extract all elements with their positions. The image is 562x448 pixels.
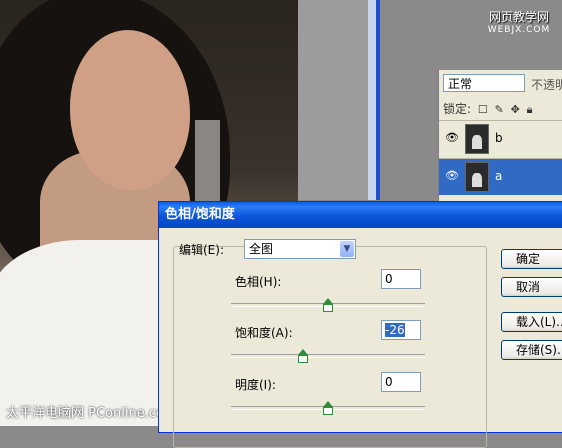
lightness-slider-thumb[interactable] bbox=[323, 401, 333, 415]
layer-row-b[interactable]: 👁︎ b bbox=[439, 120, 562, 157]
lock-all-icon[interactable]: 🔒︎ bbox=[527, 103, 533, 117]
edit-select-value: 全图 bbox=[249, 242, 274, 256]
lightness-input[interactable]: 0 bbox=[381, 372, 421, 392]
load-button[interactable]: 载入(L)... bbox=[501, 312, 562, 332]
lightness-label: 明度(I): bbox=[235, 378, 276, 392]
layer-row-a[interactable]: 👁︎ a bbox=[439, 158, 562, 195]
lock-row: 锁定: ☐ ✎ ✥ 🔒︎ bbox=[443, 100, 533, 117]
layer-name: b bbox=[495, 131, 503, 145]
saturation-input[interactable]: -26 bbox=[381, 320, 421, 340]
vertical-scrollbar[interactable] bbox=[368, 0, 376, 200]
lock-move-icon[interactable]: ✥ bbox=[511, 103, 520, 116]
hue-saturation-dialog: 色相/饱和度 编辑(E): 全图 ▼ 色相(H): 0 饱和度(A): -26 … bbox=[158, 201, 562, 448]
opacity-label: 不透明 bbox=[531, 78, 562, 92]
edit-label: 编辑(E): bbox=[179, 243, 224, 257]
window-border bbox=[376, 0, 380, 200]
hue-slider-thumb[interactable] bbox=[323, 298, 333, 312]
saturation-slider-thumb[interactable] bbox=[297, 349, 308, 363]
lightness-value: 0 bbox=[385, 375, 393, 389]
lock-transparency-icon[interactable]: ☐ bbox=[478, 103, 488, 116]
saturation-value: -26 bbox=[385, 323, 405, 337]
saturation-label: 饱和度(A): bbox=[235, 326, 293, 340]
chevron-down-icon[interactable]: ▼ bbox=[340, 241, 354, 257]
layer-name: a bbox=[495, 169, 503, 183]
workspace-background bbox=[298, 0, 376, 200]
lock-label: 锁定: bbox=[443, 102, 472, 116]
blend-mode-select[interactable]: 正常 bbox=[443, 74, 525, 92]
site-logo-text: 网页教学网 bbox=[488, 10, 549, 24]
cancel-button[interactable]: 取消 bbox=[501, 277, 562, 297]
saturation-slider-track[interactable] bbox=[231, 354, 425, 358]
layers-panel: 正常 不透明 锁定: ☐ ✎ ✥ 🔒︎ 👁︎ b 👁︎ a bbox=[438, 70, 562, 205]
layer-thumbnail bbox=[465, 124, 489, 154]
hue-input[interactable]: 0 bbox=[381, 269, 421, 289]
photo-face bbox=[70, 30, 190, 190]
save-button[interactable]: 存储(S)... bbox=[501, 340, 562, 360]
lock-brush-icon[interactable]: ✎ bbox=[495, 103, 504, 116]
layer-thumbnail bbox=[465, 162, 489, 192]
dialog-title: 色相/饱和度 bbox=[159, 202, 562, 228]
hue-label: 色相(H): bbox=[235, 275, 282, 289]
visibility-eye-icon[interactable]: 👁︎ bbox=[445, 132, 459, 143]
site-logo-url: WEBJX.COM bbox=[487, 25, 551, 35]
settings-group bbox=[173, 246, 487, 448]
site-logo: 网页教学网 WEBJX.COM bbox=[480, 8, 558, 35]
visibility-eye-icon[interactable]: 👁︎ bbox=[445, 170, 459, 181]
hue-value: 0 bbox=[385, 272, 393, 286]
edit-select[interactable]: 全图 ▼ bbox=[244, 239, 356, 259]
ok-button[interactable]: 确定 bbox=[501, 249, 562, 269]
